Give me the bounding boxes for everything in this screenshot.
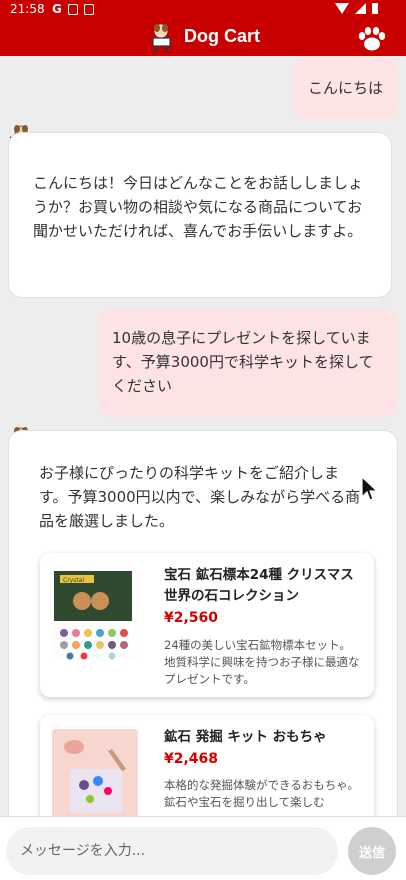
- bot-message-text: こんにちは！今日はどんなことをお話ししましょうか？お買い物の相談や気になる商品に…: [33, 174, 364, 240]
- mouse-cursor-icon: [361, 476, 378, 501]
- product-image: Crystal: [52, 567, 138, 661]
- battery-icon: [372, 3, 378, 14]
- excavation-kit-image: [52, 729, 138, 816]
- product-name[interactable]: 鉱石 発掘 キット おもちゃ: [164, 727, 360, 748]
- send-button[interactable]: 送信: [348, 827, 396, 875]
- product-name[interactable]: 宝石 鉱石標本24種 クリスマス 世界の石コレクション: [164, 565, 360, 607]
- product-image-label: Crystal: [63, 577, 84, 584]
- paw-icon[interactable]: [356, 26, 388, 52]
- app-header: Dog Cart: [0, 20, 406, 56]
- wifi-icon: [335, 3, 349, 14]
- status-time: 21:58: [10, 2, 45, 16]
- product-price: ¥2,560: [164, 610, 219, 626]
- product-description: 24種の美しい宝石鉱物標本セット。地質科学に興味を持つお子様に最適なプレゼントで…: [164, 638, 360, 686]
- bot-message-text: お子様にぴったりの科学キットをご紹介します。予算3000円以内で、楽しみながら学…: [39, 464, 361, 530]
- message-input-bar: 送信: [0, 816, 406, 880]
- dog-cart-logo-icon: [149, 24, 171, 51]
- gemstone-collection-image: Crystal: [52, 567, 138, 661]
- product-description: 本格的な発掘体験ができるおもちゃ。鉱石や宝石を掘り出して楽しむ: [164, 778, 360, 809]
- product-price: ¥2,468: [164, 751, 219, 767]
- app-title: Dog Cart: [184, 26, 260, 46]
- bot-message: こんにちは！今日はどんなことをお話ししましょうか？お買い物の相談や気になる商品に…: [8, 132, 392, 298]
- message-input[interactable]: [6, 827, 338, 875]
- product-image: [52, 729, 138, 816]
- user-message: 10歳の息子にプレゼントを探しています、予算3000円で科学キットを探してくださ…: [98, 309, 398, 417]
- carrier-label: G: [52, 2, 62, 16]
- signal-icon: [355, 3, 366, 14]
- lock-icon: [84, 4, 94, 15]
- user-message-text: こんにちは: [308, 79, 384, 97]
- product-card[interactable]: 鉱石 発掘 キット おもちゃ ¥2,468 本格的な発掘体験ができるおもちゃ。鉱…: [40, 715, 374, 816]
- product-card[interactable]: Crystal 宝石 鉱石標本24種 クリスマス 世界の石コレクション ¥2,5…: [40, 553, 374, 697]
- user-message-text: 10歳の息子にプレゼントを探しています、予算3000円で科学キットを探してくださ…: [112, 329, 374, 395]
- status-bar: 21:58 G: [0, 0, 406, 20]
- notification-icon: [68, 4, 78, 15]
- user-message: こんにちは: [294, 58, 398, 120]
- chat-area[interactable]: こんにちは こんにちは！今日はどんなことをお話ししましょうか？お買い物の相談や気…: [0, 56, 406, 816]
